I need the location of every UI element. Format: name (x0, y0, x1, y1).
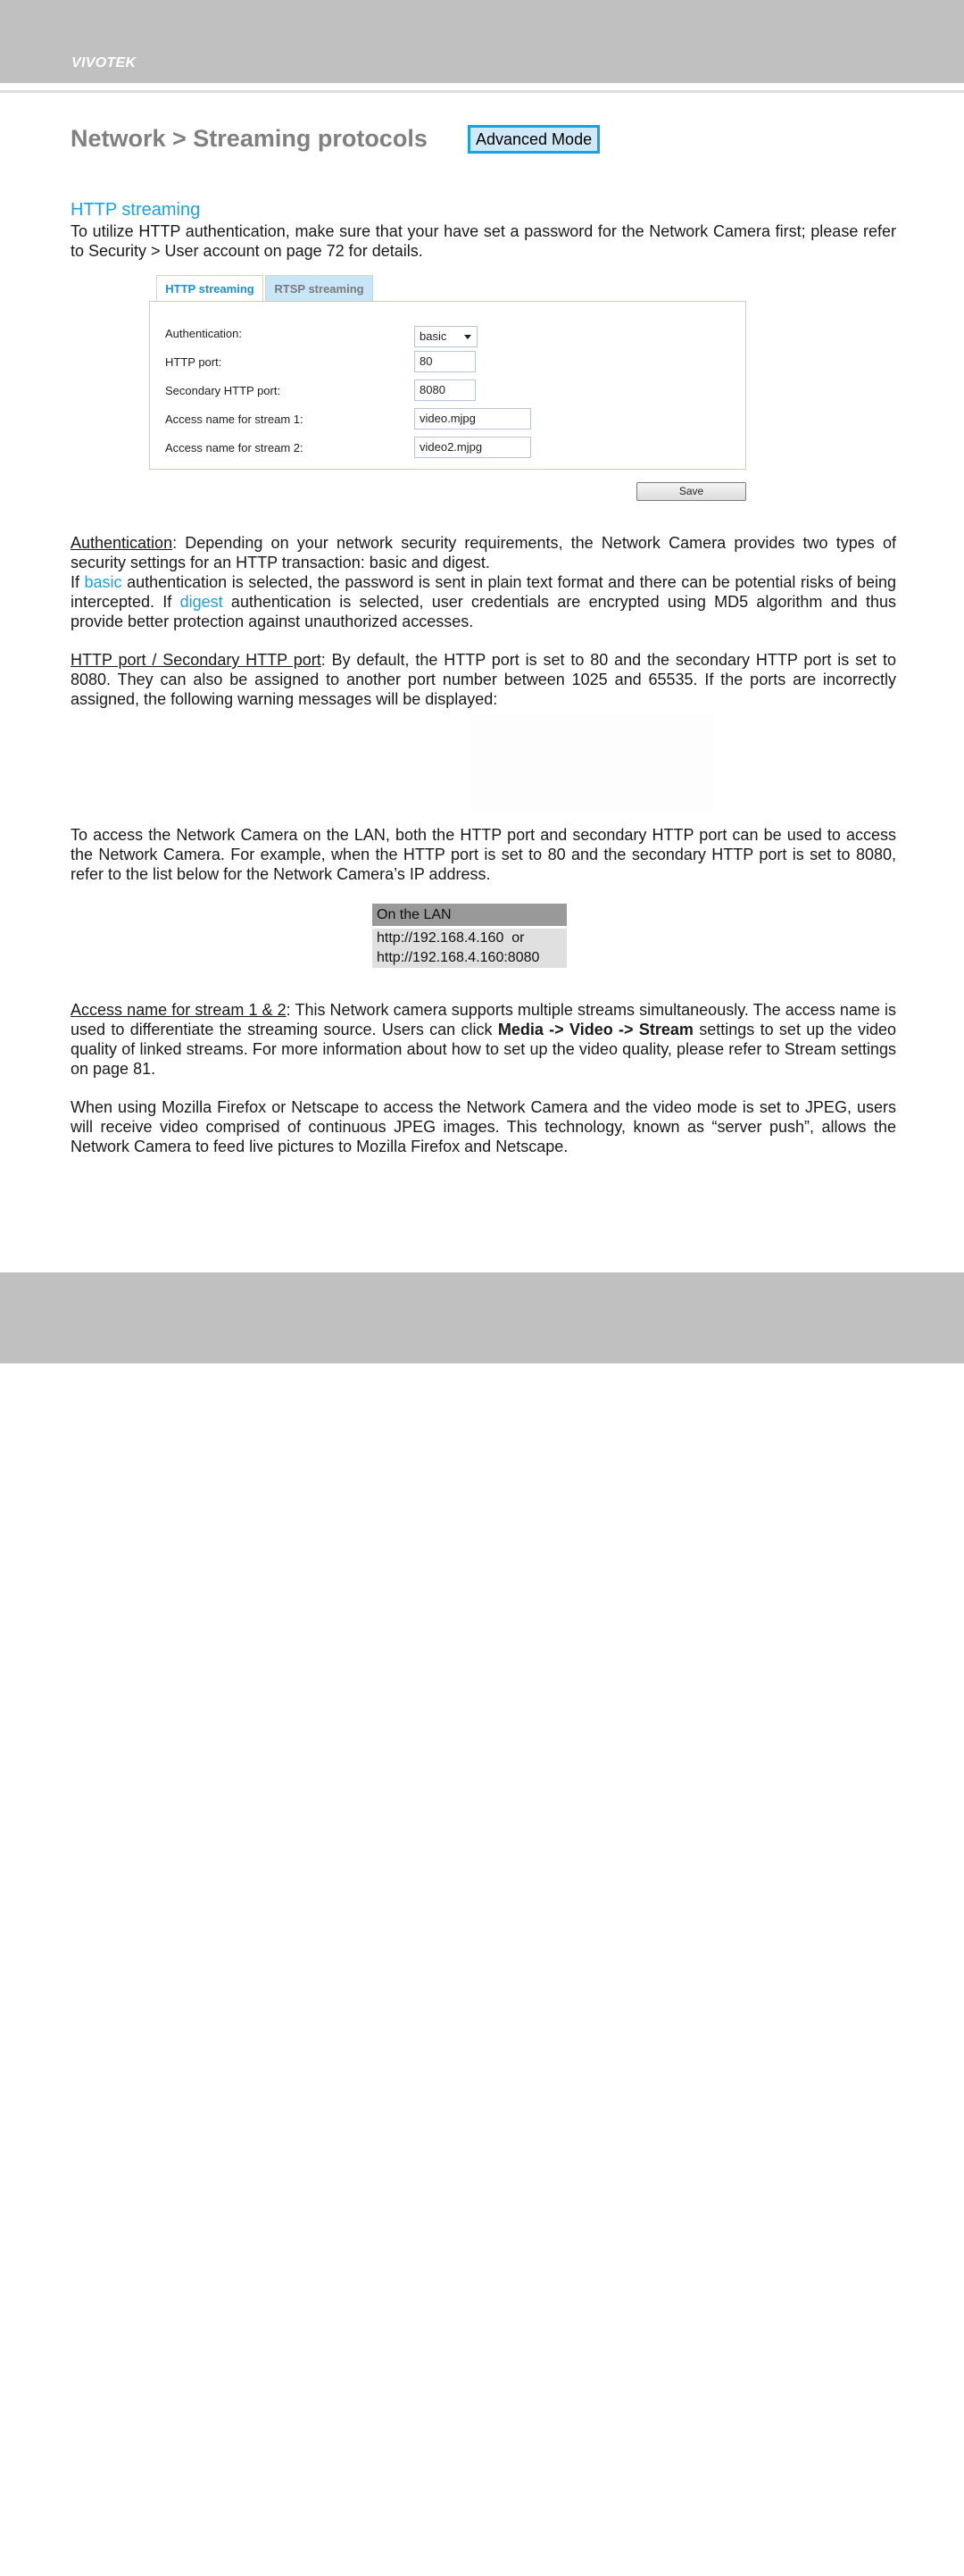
brand-logo: VIVOTEK (71, 55, 137, 71)
tab-rtsp-streaming[interactable]: RTSP streaming (265, 275, 373, 301)
http-port-label: HTTP port: (165, 355, 222, 369)
secondary-http-port-label: Secondary HTTP port: (165, 384, 281, 397)
stream1-access-name-label: Access name for stream 1: (165, 413, 303, 426)
save-button[interactable]: Save (636, 482, 746, 501)
lan-address-1: http://192.168.4.160 or (377, 930, 525, 946)
authentication-label: Authentication: (165, 327, 243, 340)
advanced-mode-badge: Advanced Mode (468, 125, 601, 154)
header-band: VIVOTEK (0, 0, 964, 83)
header-divider (0, 90, 964, 93)
tab-http-streaming[interactable]: HTTP streaming (156, 275, 263, 301)
lan-paragraph: To access the Network Camera on the LAN,… (71, 826, 896, 883)
footer-band: 62 - User's Manual (0, 1272, 964, 2576)
lan-table-body: http://192.168.4.160 or http://192.168.4… (372, 929, 567, 968)
http-port-paragraph: HTTP port / Secondary HTTP port: By defa… (71, 651, 896, 708)
section-heading: HTTP streaming (71, 200, 201, 220)
media-video-stream-path: Media -> Video -> Stream (497, 1021, 694, 1038)
http-port-input[interactable]: 80 (414, 351, 476, 372)
basic-highlight: basic (84, 573, 122, 591)
secondary-http-port-input[interactable]: 8080 (414, 379, 476, 401)
warning-messages-image (470, 714, 714, 811)
intro-paragraph: To utilize HTTP authentication, make sur… (71, 222, 896, 260)
digest-highlight: digest (179, 593, 223, 611)
page-title: Network > Streaming protocols (71, 125, 428, 152)
http-port-term: HTTP port / Secondary HTTP port (71, 651, 321, 669)
dropdown-arrow-icon (464, 335, 471, 339)
page-number-footer: 62 - User's Manual (71, 2562, 177, 2576)
lan-table-header: On the LAN (372, 904, 567, 926)
stream2-access-name-label: Access name for stream 2: (165, 441, 303, 454)
lan-address-2: http://192.168.4.160:8080 (377, 950, 540, 965)
authentication-select[interactable]: basic (414, 326, 478, 347)
access-name-term: Access name for stream 1 & 2 (71, 1001, 287, 1019)
firefox-paragraph: When using Mozilla Firefox or Netscape t… (71, 1098, 896, 1155)
authentication-term: Authentication (71, 534, 173, 552)
authentication-value: basic (420, 329, 447, 343)
stream1-access-name-input[interactable]: video.mjpg (414, 408, 531, 429)
authentication-paragraph: Authentication: Depending on your networ… (71, 534, 896, 630)
stream2-access-name-input[interactable]: video2.mjpg (414, 437, 531, 458)
access-name-paragraph: Access name for stream 1 & 2: This Netwo… (71, 1001, 897, 1078)
